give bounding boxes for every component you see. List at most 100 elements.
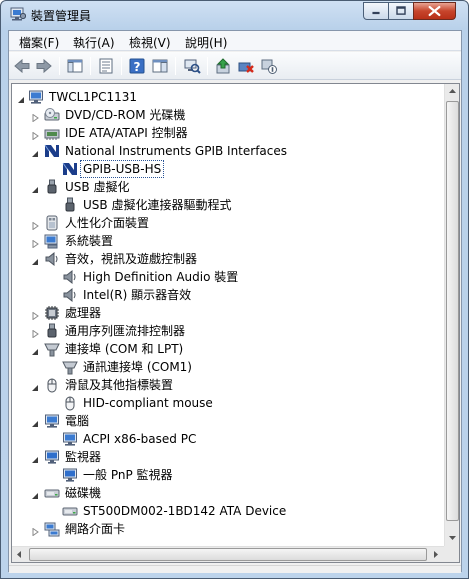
device-category-row[interactable]: 電腦: [12, 412, 442, 430]
horizontal-scrollbar[interactable]: [12, 546, 444, 562]
back-icon[interactable]: [13, 57, 31, 75]
device-label: Intel(R) 顯示器音效: [83, 288, 192, 302]
device-category-row[interactable]: 連接埠 (COM 和 LPT): [12, 340, 442, 358]
device-category-row[interactable]: 音效，視訊及遊戲控制器: [12, 250, 442, 268]
device-category-row[interactable]: 監視器: [12, 448, 442, 466]
device-row[interactable]: High Definition Audio 裝置: [12, 268, 442, 286]
scroll-up-arrow-icon[interactable]: [445, 84, 459, 99]
device-manager-app-icon: [10, 7, 27, 21]
port-icon: [62, 359, 78, 375]
device-category-row[interactable]: DVD/CD-ROM 光碟機: [12, 106, 442, 124]
network-adapter-icon: [44, 521, 60, 537]
menu-help[interactable]: 說明(H): [185, 34, 227, 51]
menu-action[interactable]: 執行(A): [73, 34, 115, 51]
uninstall-device-icon[interactable]: [237, 57, 255, 75]
device-row[interactable]: ST500DM002-1BD142 ATA Device: [12, 502, 442, 520]
usb-icon: [44, 179, 60, 195]
device-category-row[interactable]: National Instruments GPIB Interfaces: [12, 142, 442, 160]
scroll-left-arrow-icon[interactable]: [12, 547, 27, 562]
device-category-row[interactable]: IDE ATA/ATAPI 控制器: [12, 124, 442, 142]
expanded-arrow-icon[interactable]: [32, 183, 39, 193]
system-device-icon: [44, 233, 60, 249]
expanded-arrow-icon[interactable]: [32, 147, 39, 157]
device-category-row[interactable]: 網路介面卡: [12, 520, 442, 538]
device-category-row[interactable]: 滑鼠及其他指標裝置: [12, 376, 442, 394]
device-category-row[interactable]: 系統裝置: [12, 232, 442, 250]
device-row[interactable]: GPIB-USB-HS: [12, 160, 442, 178]
tree-root-row[interactable]: TWCL1PC1131: [12, 88, 442, 106]
device-label: ACPI x86-based PC: [83, 432, 197, 446]
update-driver-icon[interactable]: [214, 57, 232, 75]
dvd-drive-icon: [44, 107, 60, 123]
expanded-arrow-icon[interactable]: [32, 453, 39, 463]
maximize-button[interactable]: [388, 2, 414, 20]
expanded-arrow-icon[interactable]: [32, 489, 39, 499]
device-tree[interactable]: TWCL1PC1131 DVD/CD-ROM 光碟機 IDE ATA/ATAPI …: [11, 83, 460, 563]
device-row[interactable]: ACPI x86-based PC: [12, 430, 442, 448]
collapsed-arrow-icon[interactable]: [32, 327, 39, 339]
toolbar-separator: [175, 57, 176, 75]
device-label: 通訊連接埠 (COM1): [83, 360, 192, 374]
scroll-right-arrow-icon[interactable]: [428, 547, 443, 562]
title-bar[interactable]: 裝置管理員: [1, 1, 468, 29]
window-client-area: 檔案(F) 執行(A) 檢視(V) 說明(H) ? TWCL1PC1131 DV…: [8, 30, 462, 573]
device-category-label: 處理器: [65, 306, 102, 320]
toolbar-separator: [90, 57, 91, 75]
speaker-icon: [62, 287, 78, 303]
monitor-icon: [44, 449, 60, 465]
device-category-label: 連接埠 (COM 和 LPT): [65, 342, 184, 356]
hid-icon: [44, 215, 60, 231]
collapsed-arrow-icon[interactable]: [32, 219, 39, 231]
ni-gpib-icon: [62, 161, 78, 177]
toolbar-separator: [121, 57, 122, 75]
disable-device-icon[interactable]: [260, 57, 278, 75]
svg-text:?: ?: [134, 60, 141, 74]
minimize-button[interactable]: [363, 2, 389, 20]
device-row[interactable]: 通訊連接埠 (COM1): [12, 358, 442, 376]
collapsed-arrow-icon[interactable]: [32, 111, 39, 123]
tree-root-label: TWCL1PC1131: [49, 90, 138, 104]
device-category-label: 音效，視訊及遊戲控制器: [65, 252, 198, 266]
device-category-row[interactable]: USB 虛擬化: [12, 178, 442, 196]
expanded-arrow-icon[interactable]: [32, 381, 39, 391]
scan-hardware-changes-icon[interactable]: [183, 57, 201, 75]
close-button[interactable]: [413, 2, 456, 20]
device-category-row[interactable]: 人性化介面裝置: [12, 214, 442, 232]
horizontal-scroll-thumb[interactable]: [29, 548, 427, 561]
expanded-arrow-icon[interactable]: [18, 93, 25, 103]
device-category-row[interactable]: 處理器: [12, 304, 442, 322]
collapsed-arrow-icon[interactable]: [32, 525, 39, 537]
vertical-scrollbar[interactable]: [444, 84, 459, 546]
menu-view[interactable]: 檢視(V): [129, 34, 171, 51]
speaker-icon: [44, 251, 60, 267]
usb-icon: [62, 197, 78, 213]
vertical-scroll-thumb[interactable]: [446, 101, 459, 521]
speaker-icon: [62, 269, 78, 285]
expanded-arrow-icon[interactable]: [32, 255, 39, 265]
scroll-down-arrow-icon[interactable]: [445, 530, 459, 545]
collapsed-arrow-icon[interactable]: [32, 129, 39, 141]
device-label: USB 虛擬化連接器驅動程式: [83, 198, 232, 212]
device-category-label: 滑鼠及其他指標裝置: [65, 378, 174, 392]
properties-icon[interactable]: [97, 57, 115, 75]
show-hide-console-tree-icon[interactable]: [66, 57, 84, 75]
monitor-icon: [62, 467, 78, 483]
device-category-row[interactable]: 磁碟機: [12, 484, 442, 502]
expanded-arrow-icon[interactable]: [32, 417, 39, 427]
usb-icon: [44, 323, 60, 339]
expanded-arrow-icon[interactable]: [32, 345, 39, 355]
device-row[interactable]: Intel(R) 顯示器音效: [12, 286, 442, 304]
forward-icon[interactable]: [35, 57, 53, 75]
device-category-row[interactable]: 通用序列匯流排控制器: [12, 322, 442, 340]
help-icon[interactable]: ?: [128, 57, 146, 75]
collapsed-arrow-icon[interactable]: [32, 237, 39, 249]
show-action-pane-icon[interactable]: [151, 57, 169, 75]
device-category-label: 電腦: [65, 414, 90, 428]
device-row[interactable]: USB 虛擬化連接器驅動程式: [12, 196, 442, 214]
collapsed-arrow-icon[interactable]: [32, 309, 39, 321]
device-category-label: USB 虛擬化: [65, 180, 130, 194]
menu-file[interactable]: 檔案(F): [19, 34, 59, 51]
device-row[interactable]: 一般 PnP 監視器: [12, 466, 442, 484]
device-row[interactable]: HID-compliant mouse: [12, 394, 442, 412]
device-category-label: 監視器: [65, 450, 102, 464]
